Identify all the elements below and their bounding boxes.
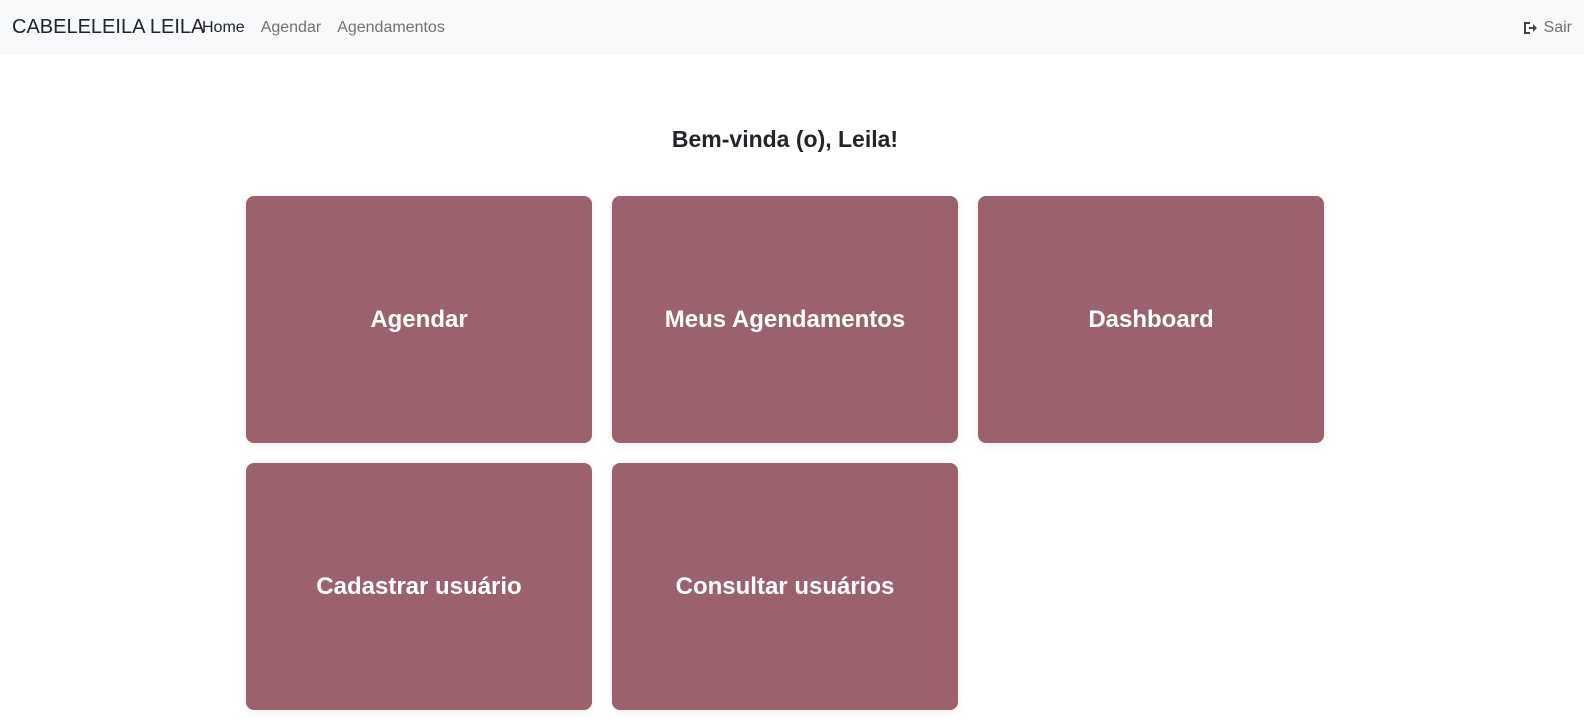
- brand-logo[interactable]: CABELELEILA LEILA: [12, 0, 204, 55]
- sign-out-icon: [1522, 20, 1538, 36]
- tile-meus-agendamentos[interactable]: Meus Agendamentos: [612, 196, 958, 443]
- nav-link-agendamentos[interactable]: Agendamentos: [337, 0, 445, 55]
- tile-agendar[interactable]: Agendar: [246, 196, 592, 443]
- logout-label: Sair: [1543, 18, 1572, 36]
- tile-dashboard[interactable]: Dashboard: [978, 196, 1324, 443]
- logout-button[interactable]: Sair: [1522, 0, 1572, 55]
- navbar: CABELELEILA LEILA Home Agendar Agendamen…: [0, 0, 1584, 55]
- tile-consultar-usuarios[interactable]: Consultar usuários: [612, 463, 958, 710]
- nav-link-agendar[interactable]: Agendar: [261, 0, 322, 55]
- tile-cadastrar-usuario[interactable]: Cadastrar usuário: [246, 463, 592, 710]
- tile-label: Dashboard: [1088, 305, 1214, 333]
- tile-label: Agendar: [370, 305, 468, 333]
- welcome-heading: Bem-vinda (o), Leila!: [671, 126, 899, 152]
- nav-links: Home Agendar Agendamentos: [202, 0, 461, 55]
- tile-label: Meus Agendamentos: [664, 305, 906, 333]
- tile-label: Consultar usuários: [675, 572, 895, 600]
- tile-label: Cadastrar usuário: [316, 572, 522, 600]
- nav-link-home[interactable]: Home: [202, 0, 245, 55]
